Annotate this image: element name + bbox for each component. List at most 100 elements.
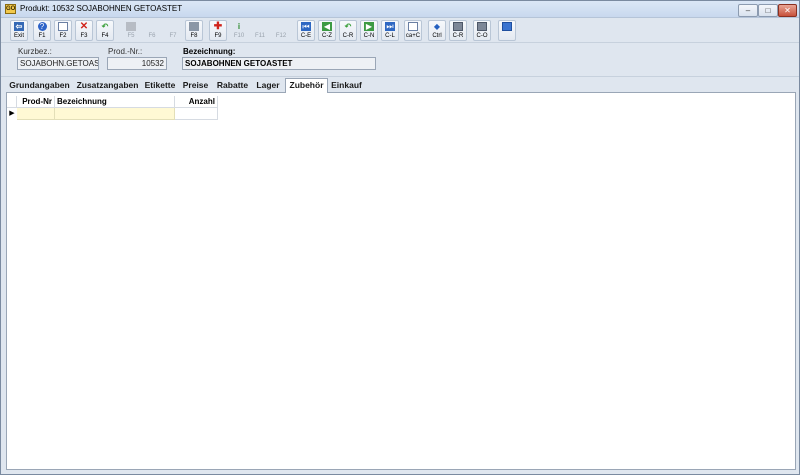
f3-label: F3 xyxy=(80,33,88,39)
last-record-button[interactable]: ⏭ C-L xyxy=(381,20,399,41)
tab-bar: Grundangaben Zusatzangaben Etikette Prei… xyxy=(1,78,799,93)
diamond-icon: ◆ xyxy=(433,22,441,31)
bezeichnung-field[interactable]: SOJABOHNEN GETOASTET xyxy=(182,57,376,70)
exit-button[interactable]: ⇦ Exit xyxy=(10,20,28,41)
c-r-label: C-R xyxy=(342,33,354,39)
f1-label: F1 xyxy=(38,33,46,39)
c-n-label: C-N xyxy=(363,33,375,39)
copy-button[interactable]: ca+C xyxy=(404,20,422,41)
tab-zubehoer[interactable]: Zubehör xyxy=(285,78,328,93)
column-header-anzahl[interactable]: Anzahl xyxy=(175,96,218,108)
window-icon xyxy=(477,22,487,31)
tab-content: Prod-Nr Bezeichnung Anzahl ▶ xyxy=(6,92,796,470)
tab-grundangaben[interactable]: Grundangaben xyxy=(7,79,72,92)
f8-label: F8 xyxy=(190,33,198,39)
cell-anzahl[interactable] xyxy=(175,108,218,120)
disabled-icon xyxy=(168,22,178,31)
previous-record-icon: ◀ xyxy=(322,22,332,31)
first-record-icon: ⏮ xyxy=(301,22,311,31)
toolbar: ⇦ Exit ? F1 F2 ✕ F3 ↶ F4 F5 F6 F7 F8 ✚ F9 i F1… xyxy=(1,18,799,43)
f12-button[interactable]: F12 xyxy=(272,20,290,41)
window-r-button[interactable]: C-R xyxy=(449,20,467,41)
tab-einkauf[interactable]: Einkauf xyxy=(329,79,364,92)
next-record-icon: ▶ xyxy=(364,22,374,31)
cell-bezeichnung[interactable] xyxy=(55,108,175,120)
copy-icon xyxy=(408,22,418,31)
f4-label: F4 xyxy=(101,33,109,39)
column-header-prodnr[interactable]: Prod-Nr xyxy=(17,96,55,108)
screen-icon xyxy=(502,22,512,31)
minimize-button[interactable]: – xyxy=(738,4,758,17)
ctrl-button[interactable]: ◆ Ctrl xyxy=(428,20,446,41)
kurzbez-field[interactable]: SOJABOHN.GETOAS xyxy=(17,57,99,70)
last-record-icon: ⏭ xyxy=(385,22,395,31)
tab-rabatte[interactable]: Rabatte xyxy=(214,79,251,92)
maximize-button[interactable]: □ xyxy=(758,4,778,17)
undo-icon: ↶ xyxy=(101,22,109,31)
return-icon: ↶ xyxy=(344,22,352,31)
prodnr-label: Prod.-Nr.: xyxy=(108,47,143,56)
c-r2-label: C-R xyxy=(452,33,464,39)
tab-lager[interactable]: Lager xyxy=(254,79,282,92)
f10-button[interactable]: i F10 xyxy=(230,20,248,41)
f10-label: F10 xyxy=(233,33,245,39)
prodnr-field[interactable]: 10532 xyxy=(107,57,167,70)
ctrl-label: Ctrl xyxy=(432,33,442,39)
new-document-icon xyxy=(58,22,68,31)
first-record-button[interactable]: ⏮ C-E xyxy=(297,20,315,41)
grid-corner xyxy=(7,96,17,108)
c-o-label: C-O xyxy=(476,33,488,39)
title-bar: GO Produkt: 10532 SOJABOHNEN GETOASTET –… xyxy=(1,1,799,18)
f6-button[interactable]: F6 xyxy=(143,20,161,41)
f1-button[interactable]: ? F1 xyxy=(33,20,51,41)
close-button[interactable]: ✕ xyxy=(778,4,797,17)
f11-label: F11 xyxy=(255,33,265,39)
screen-button[interactable] xyxy=(498,20,516,41)
tab-preise[interactable]: Preise xyxy=(180,79,211,92)
f5-button[interactable]: F5 xyxy=(122,20,140,41)
exit-icon: ⇦ xyxy=(14,22,24,31)
f9-label: F9 xyxy=(214,33,222,39)
f8-button[interactable]: F8 xyxy=(185,20,203,41)
c-z-label: C-Z xyxy=(322,33,332,39)
row-indicator-icon: ▶ xyxy=(9,110,15,117)
next-record-button[interactable]: ▶ C-N xyxy=(360,20,378,41)
disabled-icon xyxy=(147,22,157,31)
bezeichnung-label: Bezeichnung: xyxy=(183,47,236,56)
window-o-button[interactable]: C-O xyxy=(473,20,491,41)
app-icon: GO xyxy=(5,4,16,14)
print-icon xyxy=(189,22,199,31)
hand-icon xyxy=(126,22,136,31)
c-l-label: C-L xyxy=(385,33,395,39)
f6-label: F6 xyxy=(148,33,156,39)
return-button[interactable]: ↶ C-R xyxy=(339,20,357,41)
f7-button[interactable]: F7 xyxy=(164,20,182,41)
f12-label: F12 xyxy=(275,33,287,39)
previous-record-button[interactable]: ◀ C-Z xyxy=(318,20,336,41)
info-icon: i xyxy=(237,22,241,31)
c-e-label: C-E xyxy=(300,33,312,39)
f11-button[interactable]: F11 xyxy=(251,20,269,41)
cell-prodnr[interactable] xyxy=(17,108,55,120)
tab-zusatzangaben[interactable]: Zusatzangaben xyxy=(74,79,141,92)
disabled-icon xyxy=(255,22,265,31)
exit-label: Exit xyxy=(13,33,24,39)
window-title: Produkt: 10532 SOJABOHNEN GETOASTET xyxy=(20,4,183,13)
window-icon xyxy=(453,22,463,31)
f7-label: F7 xyxy=(169,33,177,39)
column-header-bezeichnung[interactable]: Bezeichnung xyxy=(55,96,175,108)
f9-button[interactable]: ✚ F9 xyxy=(209,20,227,41)
f2-button[interactable]: F2 xyxy=(54,20,72,41)
f4-button[interactable]: ↶ F4 xyxy=(96,20,114,41)
tab-etikette[interactable]: Etikette xyxy=(143,79,177,92)
application-window: GO Produkt: 10532 SOJABOHNEN GETOASTET –… xyxy=(0,0,800,475)
kurzbez-label: Kurzbez.: xyxy=(18,47,52,56)
product-header: Kurzbez.: SOJABOHN.GETOAS Prod.-Nr.: 105… xyxy=(1,44,799,77)
f5-label: F5 xyxy=(127,33,135,39)
help-icon: ? xyxy=(37,22,47,31)
delete-icon: ✕ xyxy=(79,21,89,32)
list-icon: ✚ xyxy=(213,21,223,32)
f3-button[interactable]: ✕ F3 xyxy=(75,20,93,41)
f2-label: F2 xyxy=(59,33,67,39)
ca-c-label: ca+C xyxy=(405,33,421,39)
